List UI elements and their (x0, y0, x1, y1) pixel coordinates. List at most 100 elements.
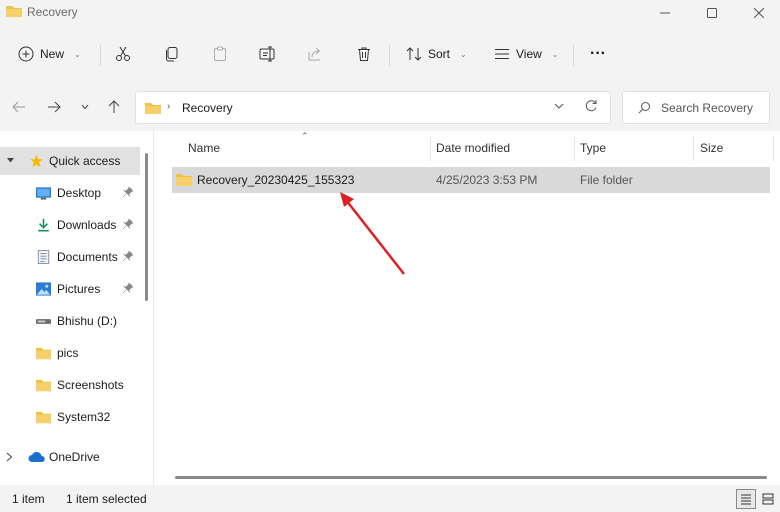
chevron-right-icon[interactable] (6, 452, 13, 462)
desktop-icon (36, 187, 51, 200)
column-divider[interactable] (773, 137, 774, 161)
address-bar[interactable]: › Recovery (135, 91, 611, 124)
drive-icon (36, 319, 51, 324)
column-header-type[interactable]: Type (580, 141, 606, 167)
share-icon (308, 47, 321, 61)
paste-button[interactable] (212, 40, 228, 68)
rename-button[interactable] (259, 40, 277, 68)
toolbar-divider (573, 44, 574, 66)
share-button[interactable] (307, 40, 323, 68)
delete-button[interactable] (356, 40, 372, 68)
close-button[interactable] (736, 0, 780, 26)
nav-label-pics: pics (57, 346, 79, 360)
nav-item-pics[interactable]: pics (0, 339, 140, 367)
status-bar: 1 item 1 item selected (0, 486, 780, 512)
nav-label-documents: Documents (57, 250, 118, 264)
view-button[interactable]: View ⌄ (494, 40, 559, 68)
view-icon (495, 49, 509, 59)
documents-icon (37, 250, 50, 264)
pin-icon (123, 283, 133, 293)
file-name: Recovery_20230425_155323 (197, 173, 355, 187)
chevron-down-icon: ⌄ (74, 49, 81, 59)
title-bar: Recovery (0, 0, 780, 26)
details-view-icon (741, 494, 751, 505)
download-icon (38, 218, 49, 232)
chevron-down-icon: ⌄ (460, 49, 467, 59)
search-box[interactable] (622, 91, 770, 124)
refresh-icon[interactable] (584, 99, 598, 113)
window-title: Recovery (27, 5, 78, 19)
nav-item-system32[interactable]: System32 (0, 403, 140, 431)
selection-count: 1 item selected (66, 492, 147, 506)
folder-icon (36, 347, 51, 360)
horizontal-scrollbar[interactable] (175, 476, 767, 479)
rename-icon (259, 46, 275, 62)
nav-item-documents[interactable]: Documents (0, 243, 140, 271)
nav-scrollbar[interactable] (145, 153, 148, 301)
search-input[interactable] (661, 100, 767, 116)
column-header-name[interactable]: Name (188, 141, 220, 167)
command-bar: New ⌄ Sort ⌄ View ⌄ ··· (0, 32, 780, 78)
annotation-arrow-icon (340, 192, 405, 275)
search-icon (638, 102, 650, 114)
maximize-icon (707, 8, 717, 18)
new-label: New (40, 47, 65, 61)
cut-button[interactable] (115, 40, 131, 68)
chevron-down-icon (81, 104, 89, 110)
sort-icon (406, 47, 422, 61)
details-view-button[interactable] (736, 489, 756, 509)
column-divider[interactable] (430, 137, 431, 161)
nav-item-downloads[interactable]: Downloads (0, 211, 140, 239)
pane-divider[interactable] (153, 131, 154, 485)
file-date-modified: 4/25/2023 3:53 PM (436, 173, 538, 187)
column-divider[interactable] (693, 137, 694, 161)
copy-icon (166, 47, 178, 62)
nav-item-screenshots[interactable]: Screenshots (0, 371, 140, 399)
forward-button[interactable] (43, 96, 65, 118)
nav-item-pictures[interactable]: Pictures (0, 275, 140, 303)
nav-label-system32: System32 (57, 410, 111, 424)
nav-quick-access[interactable]: Quick access (0, 147, 140, 175)
sort-label: Sort (428, 47, 451, 61)
back-button[interactable] (8, 96, 30, 118)
chevron-down-icon[interactable] (6, 157, 15, 164)
nav-label-onedrive: OneDrive (49, 450, 100, 464)
item-count: 1 item (12, 492, 45, 506)
copy-button[interactable] (164, 40, 180, 68)
nav-item-desktop[interactable]: Desktop (0, 179, 140, 207)
file-list: ⌃ Name Date modified Type Size Recovery_… (155, 131, 780, 485)
pictures-icon (36, 282, 51, 296)
folder-icon (145, 103, 161, 114)
recent-locations-button[interactable] (74, 96, 96, 118)
new-button[interactable]: New ⌄ (18, 40, 81, 68)
chevron-down-icon[interactable] (554, 102, 564, 110)
tiles-view-button[interactable] (758, 489, 778, 509)
nav-label-screenshots: Screenshots (57, 378, 124, 392)
file-type: File folder (580, 173, 633, 187)
pin-icon (123, 251, 133, 261)
arrow-up-icon (108, 100, 120, 113)
star-icon (30, 154, 43, 168)
column-header-date[interactable]: Date modified (436, 141, 510, 167)
minimize-icon (660, 12, 670, 14)
toolbar-divider (100, 44, 101, 66)
view-label: View (516, 47, 542, 61)
breadcrumb-recovery[interactable]: Recovery (182, 101, 233, 115)
sort-button[interactable]: Sort ⌄ (406, 40, 467, 68)
trash-icon (358, 47, 370, 61)
nav-onedrive[interactable]: OneDrive (0, 443, 140, 471)
column-divider[interactable] (574, 137, 575, 161)
nav-quick-access-label: Quick access (49, 154, 121, 168)
more-options-button[interactable]: ··· (590, 40, 606, 68)
column-header-size[interactable]: Size (700, 141, 723, 167)
toolbar-divider (389, 44, 390, 66)
folder-icon (6, 6, 22, 17)
sort-ascending-icon: ⌃ (301, 131, 309, 141)
main-panel: Quick access Desktop Downloads Documents… (0, 131, 780, 485)
table-row[interactable]: Recovery_20230425_155323 4/25/2023 3:53 … (172, 167, 770, 193)
up-button[interactable] (103, 96, 125, 118)
maximize-button[interactable] (689, 0, 735, 26)
nav-item-drive-d[interactable]: Bhishu (D:) (0, 307, 140, 335)
minimize-button[interactable] (642, 0, 688, 26)
nav-label-desktop: Desktop (57, 186, 102, 200)
